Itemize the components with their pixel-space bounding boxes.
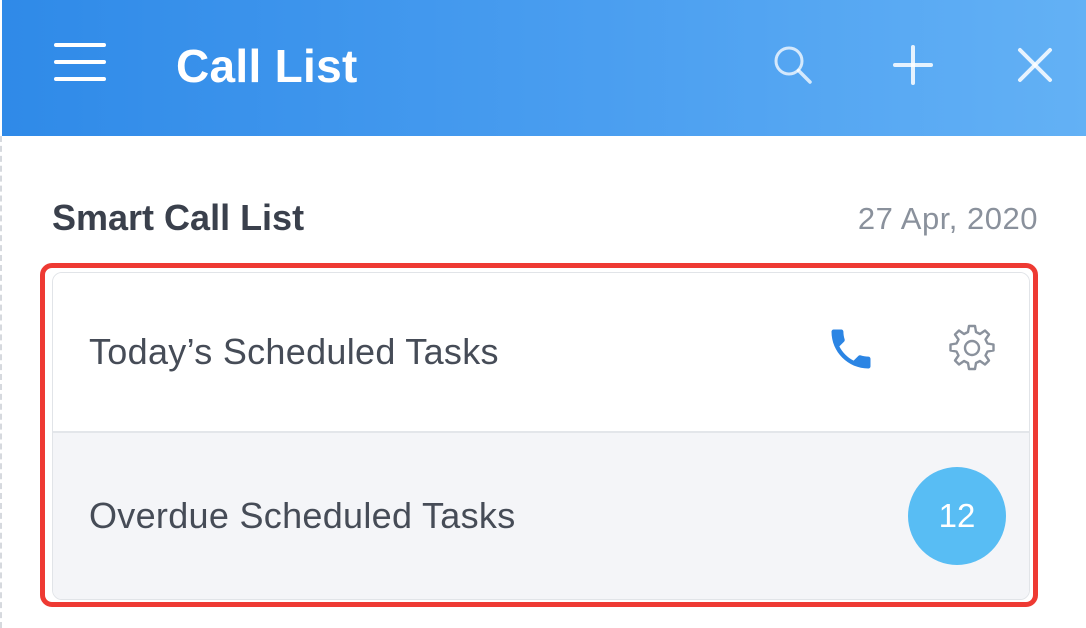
search-icon[interactable]	[770, 42, 816, 88]
smart-call-list-card: Today’s Scheduled Tasks Overdue Schedule…	[52, 272, 1030, 600]
list-item-todays-scheduled-tasks[interactable]: Today’s Scheduled Tasks	[53, 273, 1029, 433]
page-title: Call List	[176, 40, 358, 92]
app-header: Call List	[2, 0, 1086, 136]
overdue-count-badge: 12	[908, 467, 1006, 565]
section-date: 27 Apr, 2020	[857, 201, 1038, 236]
menu-icon-bar	[54, 43, 106, 47]
list-item-label: Overdue Scheduled Tasks	[89, 495, 516, 536]
menu-button[interactable]	[54, 41, 108, 83]
close-icon[interactable]	[1012, 42, 1058, 88]
menu-icon-bar	[54, 60, 106, 64]
plus-icon[interactable]	[890, 42, 936, 88]
phone-icon[interactable]	[825, 323, 877, 375]
page-edge-divider	[0, 136, 2, 628]
gear-icon[interactable]	[946, 322, 998, 374]
section-title: Smart Call List	[52, 197, 305, 238]
list-item-label: Today’s Scheduled Tasks	[89, 331, 499, 372]
menu-icon-bar	[54, 77, 106, 81]
list-item-overdue-scheduled-tasks[interactable]: Overdue Scheduled Tasks 12	[53, 433, 1029, 599]
